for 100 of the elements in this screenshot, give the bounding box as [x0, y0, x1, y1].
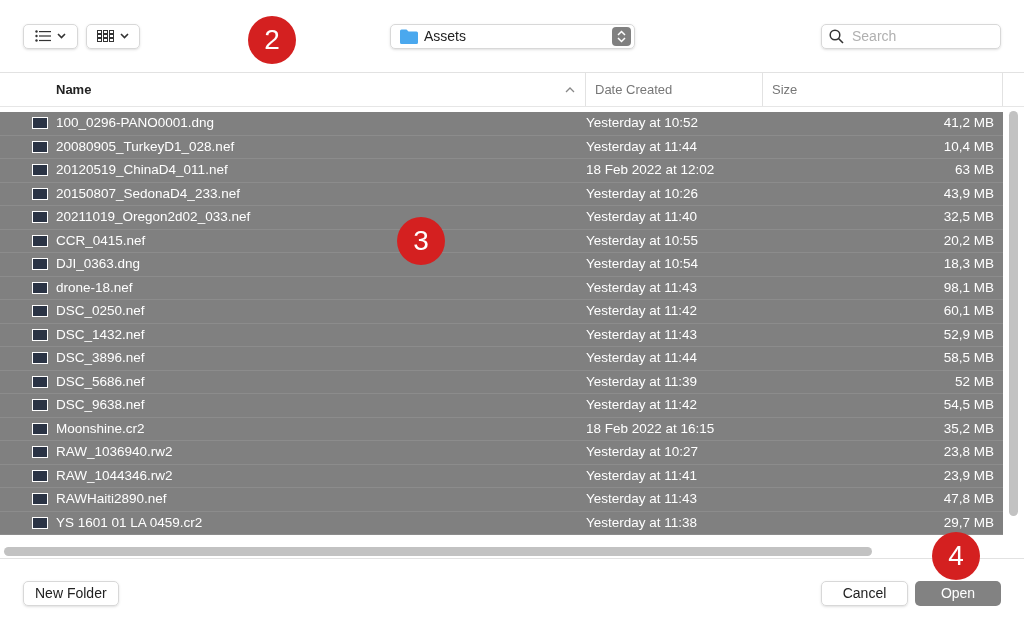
- file-name: CCR_0415.nef: [56, 231, 146, 250]
- file-row[interactable]: RAWHaiti2890.nef Yesterday at 11:43 47,8 MB: [0, 488, 1003, 512]
- file-size: 63 MB: [953, 161, 995, 180]
- file-size: 32,5 MB: [942, 208, 995, 227]
- date-created: Yesterday at 10:55: [586, 231, 700, 250]
- file-row[interactable]: DSC_3896.nef Yesterday at 11:44 58,5 MB: [0, 347, 1003, 371]
- file-row[interactable]: DSC_0250.nef Yesterday at 11:42 60,1 MB: [0, 300, 1003, 324]
- thumbnail-placeholder: [32, 375, 48, 388]
- search-icon: [829, 28, 844, 44]
- new-folder-button[interactable]: New Folder: [23, 581, 119, 606]
- list-view-button[interactable]: [23, 23, 78, 49]
- file-row[interactable]: 20080905_TurkeyD1_028.nef Yesterday at 11:44 10,4 MB: [0, 135, 1003, 159]
- thumbnail-placeholder: [32, 258, 48, 271]
- file-name: DJI_0363.dng: [56, 255, 141, 274]
- thumbnail-placeholder: [32, 328, 48, 341]
- file-name: 20211019_Oregon2d02_033.nef: [56, 208, 251, 227]
- location-dropdown[interactable]: Assets: [390, 23, 635, 49]
- file-name: DSC_0250.nef: [56, 302, 145, 321]
- file-name: 20120519_ChinaD4_011.nef: [56, 161, 228, 180]
- list-icon: [35, 30, 51, 42]
- file-name: YS 1601 01 LA 0459.cr2: [56, 513, 203, 532]
- thumbnail-placeholder: [32, 446, 48, 459]
- vertical-scrollbar[interactable]: [1009, 111, 1018, 516]
- file-name: RAW_1044346.rw2: [56, 466, 173, 485]
- date-created: Yesterday at 11:44: [586, 349, 699, 368]
- file-size: 29,7 MB: [942, 513, 995, 532]
- file-size: 10,4 MB: [942, 137, 995, 156]
- file-name: DSC_5686.nef: [56, 372, 145, 391]
- file-size: 23,8 MB: [942, 443, 995, 462]
- file-row[interactable]: DJI_0363.dng Yesterday at 10:54 18,3 MB: [0, 253, 1003, 277]
- column-header[interactable]: Name: [0, 73, 586, 106]
- date-created: Yesterday at 10:27: [586, 443, 700, 462]
- file-name: 100_0296-PANO0001.dng: [56, 114, 215, 133]
- thumbnail-placeholder: [32, 281, 48, 294]
- file-name: DSC_1432.nef: [56, 325, 145, 344]
- file-name: 20080905_TurkeyD1_028.nef: [56, 137, 235, 156]
- step-number-badge: 4: [932, 532, 980, 580]
- file-size: 54,5 MB: [942, 396, 995, 415]
- date-created: Yesterday at 11:41: [586, 466, 699, 485]
- file-size: 20,2 MB: [942, 231, 995, 250]
- date-created: Yesterday at 11:43: [586, 325, 699, 344]
- date-created: Yesterday at 10:54: [586, 255, 700, 274]
- file-size: 47,8 MB: [942, 490, 995, 509]
- folder-icon: [400, 28, 418, 44]
- file-row[interactable]: RAW_1036940.rw2 Yesterday at 10:27 23,8 MB: [0, 441, 1003, 465]
- date-created: Yesterday at 11:43: [586, 490, 699, 509]
- stepper-icon: [612, 26, 631, 46]
- search-field[interactable]: Search: [821, 23, 1001, 49]
- file-row[interactable]: 20120519_ChinaD4_011.nef 18 Feb 2022 at 12:02 63 MB: [0, 159, 1003, 183]
- file-row[interactable]: DSC_5686.nef Yesterday at 11:39 52 MB: [0, 370, 1003, 394]
- chevron-down-icon: [120, 33, 129, 39]
- file-row[interactable]: DSC_1432.nef Yesterday at 11:43 52,9 MB: [0, 323, 1003, 347]
- horizontal-scrollbar[interactable]: [4, 547, 872, 556]
- date-created: Yesterday at 11:38: [586, 513, 699, 532]
- file-size: 52,9 MB: [942, 325, 995, 344]
- thumbnail-placeholder: [32, 305, 48, 318]
- file-row[interactable]: 20211019_Oregon2d02_033.nef Yesterday at 11:40 32,5 MB: [0, 206, 1003, 230]
- thumbnail-placeholder: [32, 234, 48, 247]
- date-created: Yesterday at 10:52: [586, 114, 700, 133]
- file-size: 60,1 MB: [942, 302, 995, 321]
- file-name: drone-18.nef: [56, 278, 133, 297]
- thumbnail-placeholder: [32, 352, 48, 365]
- date-created: 18 Feb 2022 at 16:15: [586, 419, 716, 438]
- grid-icon: [97, 30, 114, 42]
- file-size: 35,2 MB: [942, 419, 995, 438]
- column-header[interactable]: Date Created: [586, 73, 763, 106]
- date-created: Yesterday at 11:44: [586, 137, 699, 156]
- step-number-badge: 2: [248, 16, 296, 64]
- date-created: Yesterday at 11:39: [586, 372, 699, 391]
- file-size: 98,1 MB: [942, 278, 995, 297]
- thumbnail-placeholder: [32, 493, 48, 506]
- thumbnail-placeholder: [32, 469, 48, 482]
- date-created: Yesterday at 11:43: [586, 278, 699, 297]
- file-name: RAW_1036940.rw2: [56, 443, 173, 462]
- file-row[interactable]: 20150807_SedonaD4_233.nef Yesterday at 10:26 43,9 MB: [0, 182, 1003, 206]
- thumbnail-placeholder: [32, 117, 48, 130]
- file-size: 43,9 MB: [942, 184, 995, 203]
- file-name: DSC_3896.nef: [56, 349, 145, 368]
- file-row[interactable]: RAW_1044346.rw2 Yesterday at 11:41 23,9 MB: [0, 464, 1003, 488]
- thumbnail-placeholder: [32, 140, 48, 153]
- date-created: Yesterday at 11:40: [586, 208, 699, 227]
- file-size: 18,3 MB: [942, 255, 995, 274]
- thumbnail-placeholder: [32, 164, 48, 177]
- grid-view-button[interactable]: [86, 23, 140, 49]
- column-header[interactable]: Size: [763, 73, 1003, 106]
- file-size: 23,9 MB: [942, 466, 995, 485]
- file-row[interactable]: Moonshine.cr2 18 Feb 2022 at 16:15 35,2 MB: [0, 417, 1003, 441]
- cancel-button[interactable]: Cancel: [821, 581, 908, 606]
- file-row[interactable]: drone-18.nef Yesterday at 11:43 98,1 MB: [0, 276, 1003, 300]
- file-name: 20150807_SedonaD4_233.nef: [56, 184, 240, 203]
- file-row[interactable]: YS 1601 01 LA 0459.cr2 Yesterday at 11:38 29,7 MB: [0, 511, 1003, 535]
- date-created: 18 Feb 2022 at 12:02: [586, 161, 716, 180]
- date-created: Yesterday at 11:42: [586, 302, 699, 321]
- file-row[interactable]: 100_0296-PANO0001.dng Yesterday at 10:52 41,2 MB: [0, 112, 1003, 136]
- file-row[interactable]: DSC_9638.nef Yesterday at 11:42 54,5 MB: [0, 394, 1003, 418]
- file-name: Moonshine.cr2: [56, 419, 145, 438]
- file-name: RAWHaiti2890.nef: [56, 490, 167, 509]
- thumbnail-placeholder: [32, 422, 48, 435]
- thumbnail-placeholder: [32, 516, 48, 529]
- open-button[interactable]: Open: [915, 581, 1001, 606]
